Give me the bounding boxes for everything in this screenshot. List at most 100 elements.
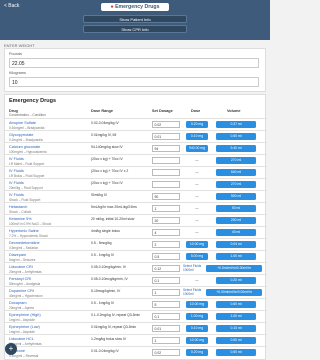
page-title: ● Emergency Drugs	[101, 3, 169, 11]
weight-panel: Pounds 22.05 Kilograms 10	[4, 48, 266, 92]
select-fluids-link[interactable]: Select Fluids 1000ml	[183, 288, 207, 297]
set-dosage-input[interactable]: 0.1	[152, 313, 180, 320]
volume-button[interactable]: 0.50 ml	[216, 349, 256, 356]
dose-button[interactable]: 10.00 mg	[186, 337, 208, 344]
drug-name[interactable]: IV Fluids	[9, 157, 24, 161]
set-dosage-input[interactable]: 4	[152, 229, 180, 236]
set-dosage-input[interactable]: 0.02	[152, 349, 180, 356]
volume-button[interactable]: 1.00 ml	[216, 253, 256, 260]
dose-range: 4ml/kg single bolus	[91, 229, 120, 233]
table-row: IV Fluids LR Bolus – Fluid Support (20cc x…	[5, 166, 267, 178]
volume-button[interactable]: +0.5ml/ml/hr/0.30ml/hr	[206, 265, 262, 272]
set-dosage-input[interactable]: 1	[152, 205, 180, 212]
volume-button[interactable]: 0.04 ml	[216, 241, 256, 248]
dose-range: 20 ml/kg, initial 10-20ml slow	[91, 217, 135, 221]
drug-name[interactable]: Doxapram	[9, 301, 27, 305]
add-button[interactable]: +	[5, 343, 17, 355]
volume-button[interactable]: +0.00ml/ml/hr/0.00ml/hr	[206, 289, 262, 296]
volume-button[interactable]: 900 ml	[216, 193, 256, 200]
drug-name[interactable]: IV Fluids	[9, 169, 24, 173]
drug-name[interactable]: Hypertonic Saline	[9, 229, 39, 233]
volume-button[interactable]: 540 ml	[216, 169, 256, 176]
set-dosage-input[interactable]: 94	[152, 145, 180, 152]
volume-button[interactable]: 50 ml	[216, 205, 256, 212]
volume-button[interactable]: 0.20 ml	[216, 277, 256, 284]
dose-range: 5-15mcg/kg/min, IV	[91, 289, 121, 293]
dose-button[interactable]: 0.10 mg	[186, 133, 208, 140]
show-cpr-info-button[interactable]: Show CPR Info	[83, 25, 187, 33]
set-dosage-input[interactable]: 0.02	[152, 121, 180, 128]
set-dosage-input[interactable]: 20	[152, 217, 180, 224]
drug-concentration: 0.4mg/ml – Reversal	[9, 353, 39, 358]
dose-button[interactable]: 0.10 mg	[186, 325, 208, 332]
show-patient-info-button[interactable]: Show Patient Info	[83, 15, 187, 23]
set-dosage-input[interactable]: 0.5	[152, 253, 180, 260]
table-row: Epinephrine (Low) 1mg/ml – Asystole 0.01mg…	[5, 322, 267, 334]
dose-button[interactable]: 1.00 mg	[186, 313, 208, 320]
drug-name[interactable]: Epinephrine (High)	[9, 313, 41, 317]
set-dosage-input[interactable]: 90	[152, 193, 180, 200]
drug-name[interactable]: IV Fluids	[9, 181, 24, 185]
drug-concentration: 1mg/ml – Asystole	[9, 317, 35, 322]
set-dosage-input[interactable]: 0.12	[152, 265, 180, 272]
set-dosage-input[interactable]: 5	[152, 301, 180, 308]
dose-button[interactable]: 0.20 mg	[186, 121, 208, 128]
set-dosage-input[interactable]: 1	[152, 337, 180, 344]
volume-button[interactable]: 0.50 ml	[216, 133, 256, 140]
drug-name[interactable]: Lidocaine CRI	[9, 265, 33, 269]
volume-button[interactable]: 0.50 ml	[216, 337, 256, 344]
table-row: Diazepam 5mg/ml – Seizures 0.5 - 1mg/kg IV…	[5, 250, 267, 262]
dose-button[interactable]: 0.20 mg	[186, 349, 208, 356]
set-dosage-input[interactable]	[152, 181, 180, 188]
pounds-label: Pounds	[9, 52, 22, 56]
set-dosage-input[interactable]	[152, 169, 180, 176]
drug-name[interactable]: IV Fluids	[9, 193, 24, 197]
pounds-input[interactable]: 22.05	[9, 58, 259, 68]
volume-button[interactable]: 40 ml	[216, 229, 256, 236]
drug-concentration: Shock – Fluid Support	[9, 197, 41, 202]
drug-concentration: 100mg/ml – Hypocalcemia	[9, 149, 47, 154]
set-dosage-input[interactable]	[152, 157, 180, 164]
table-row: Ketamine 5% 100ml/l in 0.9% NaCl – Shock 2…	[5, 214, 267, 226]
volume-button[interactable]: 270 ml	[216, 181, 256, 188]
dose-button[interactable]: 5.00 mg	[186, 253, 208, 260]
drug-name[interactable]: Fentanyl CRI	[9, 277, 31, 281]
dose-button: —	[195, 182, 199, 186]
back-button[interactable]: < Back	[4, 3, 19, 9]
drug-name[interactable]: Calcium gluconate	[9, 145, 40, 149]
volume-button[interactable]: 1.00 ml	[216, 313, 256, 320]
drugs-title: Emergency Drugs	[9, 98, 57, 104]
drug-concentration: 50mcg/ml – Analgesia	[9, 281, 41, 286]
drug-name[interactable]: Glycopyrrolate	[9, 133, 33, 137]
set-dosage-input[interactable]: 1	[152, 289, 180, 296]
drug-name[interactable]: Dexmedetomidine	[9, 241, 40, 245]
drug-name[interactable]: Diazepam	[9, 253, 26, 257]
set-dosage-input[interactable]: 0.1	[152, 277, 180, 284]
set-dosage-input[interactable]: 0.01	[152, 133, 180, 140]
drug-name[interactable]: Lidocaine HCL	[9, 337, 34, 341]
volume-button[interactable]: 200 ml	[216, 217, 256, 224]
dose-button[interactable]: 10.00 mg	[186, 241, 208, 248]
kilograms-input[interactable]: 10	[9, 77, 259, 87]
drug-name[interactable]: Hetastarch	[9, 205, 27, 209]
drug-name[interactable]: Atropine Sulfate	[9, 121, 36, 125]
dose-button[interactable]: 10.00 mg	[186, 301, 208, 308]
volume-button[interactable]: 0.10 ml	[216, 325, 256, 332]
set-dosage-input[interactable]: 0.01	[152, 325, 180, 332]
drug-concentration: 0.2mg/ml – Bradycardia	[9, 137, 43, 142]
select-fluids-link[interactable]: Select Fluids 1000ml	[183, 264, 207, 273]
volume-button[interactable]: 9.40 ml	[216, 145, 256, 152]
dose-button[interactable]: 940.00 mg	[186, 145, 208, 152]
drug-concentration: 20mg/ml – Apnea	[9, 305, 34, 310]
set-dosage-input[interactable]: 2	[152, 241, 180, 248]
volume-button[interactable]: 0.60 ml	[216, 301, 256, 308]
table-row: Atropine Sulfate 0.54mg/ml – Bradycardia 0…	[5, 118, 267, 130]
drug-name[interactable]: Epinephrine (Low)	[9, 325, 40, 329]
table-row: IV Fluids 20ml/kg – Fluid Support (20cc x …	[5, 178, 267, 190]
drug-name[interactable]: Ketamine 5%	[9, 217, 32, 221]
volume-button[interactable]: 0.37 ml	[216, 121, 256, 128]
drug-name[interactable]: Dopamine CRI	[9, 289, 34, 293]
volume-button[interactable]: 270 ml	[216, 157, 256, 164]
dose-range: 0.05-0.10mcg/kg/min, IV	[91, 277, 128, 281]
table-row: Doxapram 20mg/ml – Apnea 0.5 - 1mg/kg IV 5 1…	[5, 298, 267, 310]
